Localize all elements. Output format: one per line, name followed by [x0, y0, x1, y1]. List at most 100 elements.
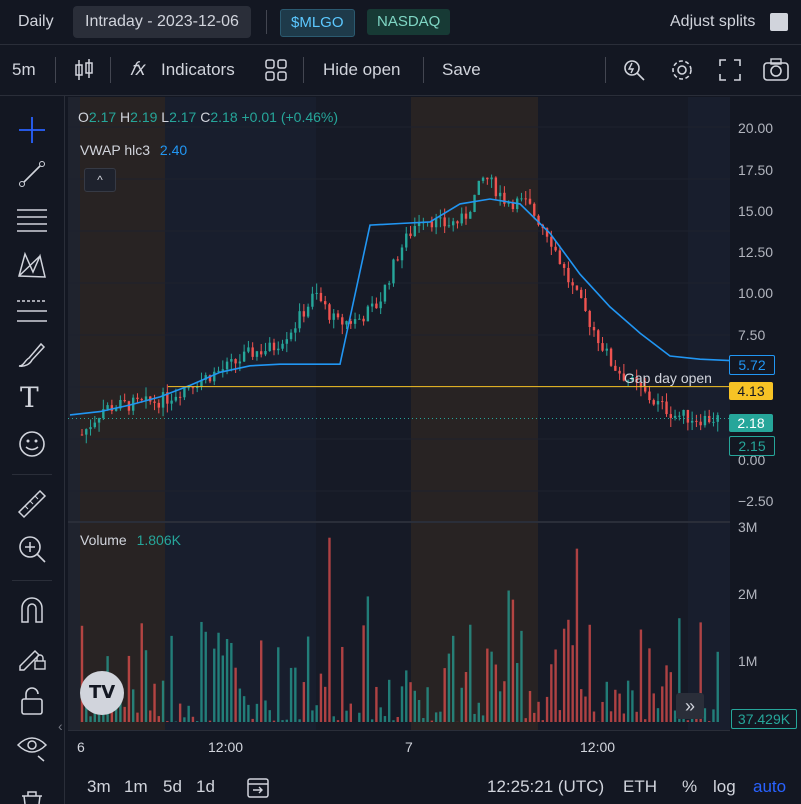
chart-pane[interactable]: O2.17 H2.19 L2.17 C2.18 +0.01 (+0.46%) V…	[68, 97, 730, 730]
candles-icon[interactable]	[73, 58, 95, 82]
goto-date-icon[interactable]	[246, 776, 270, 798]
symbol-badge[interactable]: $MLGO	[280, 9, 355, 37]
volume-bar	[306, 636, 310, 722]
hide-eye-icon[interactable]	[16, 732, 48, 762]
price-tick: 12.50	[738, 244, 774, 260]
fx-icon[interactable]: 𝑓x	[130, 45, 145, 95]
price-chart-canvas[interactable]	[68, 97, 730, 730]
candle-body	[575, 285, 579, 290]
volume-bar	[208, 720, 212, 722]
exchange-badge[interactable]: NASDAQ	[367, 9, 451, 35]
adjust-splits-label[interactable]: Adjust splits	[670, 6, 755, 38]
last-price-tag: 2.18	[729, 414, 773, 432]
candle-body	[268, 342, 271, 352]
unlock-icon[interactable]	[19, 686, 45, 716]
vwap-legend[interactable]: VWAP hlc3 2.40	[80, 142, 187, 158]
volume-bar	[477, 702, 480, 722]
pattern-xabcd-icon[interactable]	[16, 250, 48, 280]
range-5d-button[interactable]: 5d	[163, 770, 182, 804]
candle-body	[255, 351, 259, 357]
candle-body	[430, 221, 434, 228]
log-scale-button[interactable]: log	[713, 770, 736, 804]
volume-bar	[332, 716, 335, 722]
indicators-button[interactable]: Indicators	[161, 45, 235, 95]
candle-body	[370, 303, 374, 307]
high-value: 2.19	[130, 109, 158, 125]
layouts-icon[interactable]	[265, 59, 287, 81]
volume-bar	[260, 640, 263, 722]
range-1d-button[interactable]: 1d	[196, 770, 215, 804]
clock[interactable]: 12:25:21 (UTC)	[487, 770, 604, 804]
volume-bar	[520, 630, 523, 722]
volume-bar	[648, 648, 651, 722]
horizontal-lines-icon[interactable]	[16, 206, 48, 234]
divider	[12, 580, 52, 581]
candle-body	[460, 213, 463, 224]
divider	[266, 10, 267, 34]
collapse-sidebar-icon[interactable]: ‹	[58, 718, 63, 734]
high-label: H	[120, 109, 131, 125]
candle-body	[225, 361, 229, 370]
volume-tag: 37.429K	[731, 709, 797, 729]
trend-line-icon[interactable]	[18, 160, 46, 188]
candle-body	[302, 311, 306, 317]
candle-body	[409, 233, 412, 237]
tradingview-logo[interactable]: TV	[80, 671, 124, 715]
candle-body	[153, 401, 156, 403]
candle-body	[661, 401, 664, 403]
quick-search-icon[interactable]	[622, 58, 646, 82]
collapse-legend-button[interactable]: ^	[84, 168, 116, 192]
drawing-tools-sidebar: T ‹	[0, 96, 65, 804]
percent-scale-button[interactable]: %	[682, 770, 697, 804]
candle-body	[708, 415, 711, 423]
candle-body	[673, 415, 677, 418]
time-axis[interactable]: 6 12:00 7 12:00	[68, 730, 730, 763]
save-button[interactable]: Save	[442, 45, 481, 95]
ruler-icon[interactable]	[16, 488, 48, 520]
brush-icon[interactable]	[16, 340, 48, 370]
timeframe-button[interactable]: 5m	[12, 45, 36, 95]
session-button[interactable]: ETH	[623, 770, 657, 804]
volume-bar	[490, 651, 493, 722]
volume-bar	[686, 720, 690, 722]
candle-body	[571, 282, 574, 286]
crosshair-icon[interactable]	[18, 116, 46, 144]
settings-gear-icon[interactable]	[670, 58, 694, 82]
magnet-icon[interactable]	[18, 596, 46, 624]
candle-body	[695, 420, 698, 422]
emoji-icon[interactable]	[17, 429, 47, 459]
adjust-splits-checkbox[interactable]	[770, 13, 788, 31]
volume-bar	[255, 703, 259, 722]
camera-icon[interactable]	[763, 58, 789, 82]
volume-bar	[358, 712, 361, 722]
fullscreen-icon[interactable]	[719, 59, 741, 81]
fib-retracement-icon[interactable]	[16, 296, 48, 326]
lock-drawings-icon[interactable]	[17, 641, 47, 671]
scroll-to-realtime-button[interactable]: »	[676, 693, 704, 719]
text-tool-icon[interactable]: T	[20, 381, 39, 414]
volume-bar	[716, 651, 719, 722]
candle-body	[413, 226, 416, 237]
daily-button[interactable]: Daily	[18, 6, 54, 38]
candle-body	[699, 421, 702, 426]
volume-bar	[238, 688, 242, 722]
volume-bar	[652, 693, 655, 722]
volume-bar	[511, 599, 515, 722]
volume-bar	[469, 624, 472, 722]
candle-body	[682, 409, 685, 416]
candle-body	[362, 318, 365, 322]
candle-body	[242, 351, 246, 362]
open-label: O	[78, 109, 89, 125]
volume-bar	[460, 687, 463, 722]
trash-icon[interactable]	[18, 788, 46, 804]
bottom-toolbar: 3m 1m 5d 1d 12:25:21 (UTC) ETH % log aut…	[64, 770, 801, 804]
auto-scale-button[interactable]: auto	[753, 770, 786, 804]
close-value: 2.18	[210, 109, 238, 125]
hide-open-button[interactable]: Hide open	[323, 45, 401, 95]
range-3m-button[interactable]: 3m	[87, 770, 111, 804]
volume-bar	[80, 625, 84, 722]
candle-body	[238, 361, 242, 364]
zoom-in-icon[interactable]	[17, 534, 47, 564]
range-1m-button[interactable]: 1m	[124, 770, 148, 804]
date-selector[interactable]: Intraday - 2023-12-06	[73, 6, 251, 38]
